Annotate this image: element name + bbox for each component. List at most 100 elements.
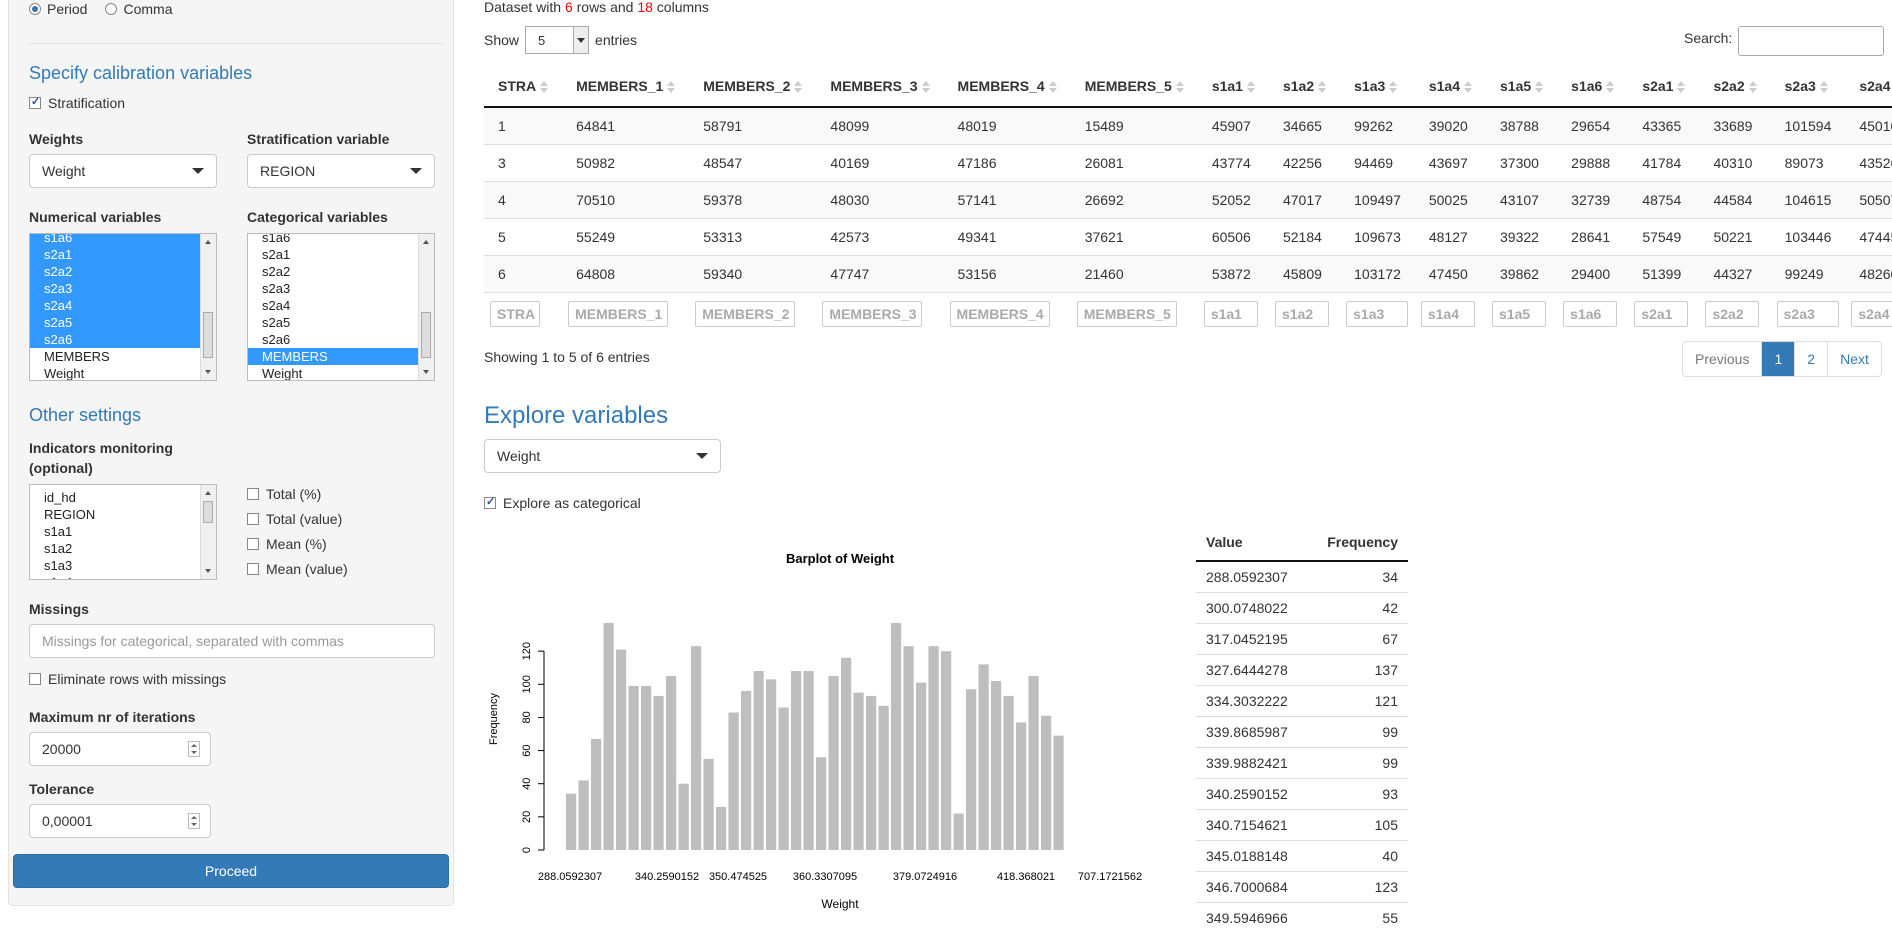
pager-previous[interactable]: Previous: [1683, 342, 1761, 376]
column-header[interactable]: s1a6: [1557, 66, 1628, 107]
list-option[interactable]: s2a2: [30, 263, 216, 280]
list-option[interactable]: MEMBERS: [30, 348, 216, 365]
freq-header-value[interactable]: Value: [1196, 524, 1308, 561]
sort-icon[interactable]: [540, 81, 548, 93]
list-option[interactable]: s1a6: [30, 233, 216, 246]
categorical-listbox[interactable]: s1a6s2a1s2a2s2a3s2a4s2a5s2a6MEMBERSWeigh…: [247, 233, 435, 381]
list-option[interactable]: s2a6: [248, 331, 434, 348]
list-option[interactable]: MEMBERS: [248, 348, 434, 365]
column-filter-input[interactable]: STRA: [490, 301, 540, 327]
indicator-checkbox[interactable]: [247, 563, 259, 575]
list-option[interactable]: s2a5: [30, 314, 216, 331]
list-option[interactable]: s1a2: [30, 540, 216, 557]
column-filter-input[interactable]: s2a2: [1705, 301, 1759, 327]
column-filter-input[interactable]: s1a2: [1275, 301, 1329, 327]
indicator-check-row[interactable]: Total (value): [247, 511, 342, 527]
pager-page-2[interactable]: 2: [1794, 342, 1827, 376]
column-filter-input[interactable]: MEMBERS_1: [568, 301, 668, 327]
radio-comma-dot[interactable]: [105, 3, 117, 15]
indicator-checkbox[interactable]: [247, 513, 259, 525]
list-option[interactable]: s2a5: [248, 314, 434, 331]
sort-icon[interactable]: [1176, 81, 1184, 93]
list-option[interactable]: s2a2: [248, 263, 434, 280]
column-header[interactable]: MEMBERS_1: [562, 66, 689, 107]
list-option[interactable]: s2a4: [248, 297, 434, 314]
table-row[interactable]: 4705105937848030571412669252052470171094…: [484, 182, 1892, 219]
proceed-button[interactable]: Proceed: [13, 854, 449, 888]
column-filter-input[interactable]: s2a3: [1777, 301, 1839, 327]
scroll-up-icon[interactable]: [423, 240, 429, 244]
list-option[interactable]: s2a6: [30, 331, 216, 348]
radio-period[interactable]: Period: [29, 1, 87, 17]
scroll-thumb[interactable]: [203, 501, 213, 523]
explore-categorical-checkbox[interactable]: [484, 497, 496, 509]
indicator-check-row[interactable]: Mean (value): [247, 561, 348, 577]
stratification-checkbox-row[interactable]: Stratification: [29, 95, 125, 111]
indicator-checkbox[interactable]: [247, 488, 259, 500]
spinner-icon[interactable]: [188, 813, 200, 829]
table-row[interactable]: 5552495331342573493413762160506521841096…: [484, 219, 1892, 256]
column-header[interactable]: s1a4: [1415, 66, 1486, 107]
table-row[interactable]: 6648085934047747531562146053872458091031…: [484, 256, 1892, 293]
list-option[interactable]: s1a1: [30, 523, 216, 540]
list-option[interactable]: s1a4: [30, 574, 216, 580]
scrollbar[interactable]: [200, 234, 216, 380]
column-filter-input[interactable]: s2a4: [1851, 301, 1892, 327]
spinner-icon[interactable]: [188, 741, 200, 757]
scrollbar[interactable]: [200, 485, 216, 579]
explore-categorical-row[interactable]: Explore as categorical: [484, 495, 641, 511]
table-row[interactable]: 3509824854740169471862608143774422569446…: [484, 145, 1892, 182]
column-header[interactable]: s1a2: [1269, 66, 1340, 107]
list-option[interactable]: s2a3: [30, 280, 216, 297]
scroll-up-icon[interactable]: [205, 240, 211, 244]
column-header[interactable]: MEMBERS_5: [1071, 66, 1198, 107]
pager-page-1[interactable]: 1: [1761, 342, 1794, 376]
numerical-listbox[interactable]: s1a6s2a1s2a2s2a3s2a4s2a5s2a6MEMBERSWeigh…: [29, 233, 217, 381]
scroll-up-icon[interactable]: [205, 491, 211, 495]
sort-icon[interactable]: [1677, 81, 1685, 93]
list-option[interactable]: s2a3: [248, 280, 434, 297]
column-header[interactable]: MEMBERS_3: [816, 66, 943, 107]
scroll-down-icon[interactable]: [205, 569, 211, 573]
scroll-down-icon[interactable]: [423, 370, 429, 374]
list-option[interactable]: REGION: [30, 506, 216, 523]
search-input[interactable]: [1738, 26, 1884, 56]
column-filter-input[interactable]: MEMBERS_5: [1077, 301, 1177, 327]
list-option[interactable]: Weight: [248, 365, 434, 381]
pager-next[interactable]: Next: [1827, 342, 1881, 376]
column-header[interactable]: MEMBERS_4: [944, 66, 1071, 107]
column-header[interactable]: s1a1: [1198, 66, 1269, 107]
sort-icon[interactable]: [1247, 81, 1255, 93]
column-header[interactable]: s1a5: [1486, 66, 1557, 107]
column-header[interactable]: MEMBERS_2: [689, 66, 816, 107]
column-filter-input[interactable]: s1a3: [1346, 301, 1408, 327]
scroll-down-icon[interactable]: [205, 370, 211, 374]
sort-icon[interactable]: [794, 81, 802, 93]
column-filter-input[interactable]: s1a1: [1204, 301, 1258, 327]
table-row[interactable]: 1648415879148099480191548945907346659926…: [484, 107, 1892, 145]
column-header[interactable]: s2a2: [1699, 66, 1770, 107]
column-header[interactable]: s2a1: [1628, 66, 1699, 107]
explore-select[interactable]: Weight: [484, 439, 721, 473]
column-header[interactable]: STRA: [484, 66, 562, 107]
list-option[interactable]: s2a1: [30, 246, 216, 263]
stratification-checkbox[interactable]: [29, 97, 41, 109]
sort-icon[interactable]: [667, 81, 675, 93]
radio-comma[interactable]: Comma: [105, 1, 172, 17]
sort-icon[interactable]: [922, 81, 930, 93]
list-option[interactable]: id_hd: [30, 489, 216, 506]
column-header[interactable]: s1a3: [1340, 66, 1415, 107]
column-filter-input[interactable]: s1a5: [1492, 301, 1546, 327]
column-header[interactable]: s2a3: [1771, 66, 1846, 107]
indicator-check-row[interactable]: Mean (%): [247, 536, 327, 552]
column-filter-input[interactable]: s2a1: [1634, 301, 1688, 327]
column-filter-input[interactable]: MEMBERS_4: [950, 301, 1050, 327]
strat-var-select[interactable]: REGION: [247, 154, 435, 188]
eliminate-row[interactable]: Eliminate rows with missings: [29, 671, 226, 687]
sort-icon[interactable]: [1606, 81, 1614, 93]
indicators-listbox[interactable]: id_hdREGIONs1a1s1a2s1a3s1a4: [29, 484, 217, 580]
scroll-thumb[interactable]: [421, 312, 431, 358]
column-filter-input[interactable]: MEMBERS_2: [695, 301, 795, 327]
column-filter-input[interactable]: s1a4: [1421, 301, 1475, 327]
sort-icon[interactable]: [1535, 81, 1543, 93]
